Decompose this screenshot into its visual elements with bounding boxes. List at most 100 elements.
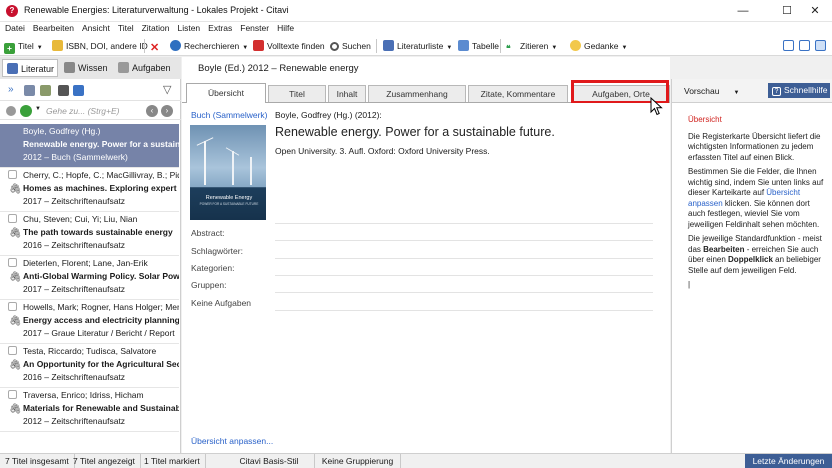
ref-meta: 2012 – Zeitschriftenaufsatz bbox=[23, 416, 126, 426]
preview-pane: Übersicht Die Registerkarte Übersicht li… bbox=[671, 79, 832, 453]
add-title-button[interactable]: + Titel ▼ bbox=[4, 39, 43, 54]
help-icon: ? bbox=[772, 87, 781, 96]
books-icon bbox=[7, 63, 18, 74]
refresh-icon[interactable] bbox=[20, 105, 32, 117]
list-item[interactable]: 🖇 Traversa, Enrico; Idriss, Hicham Mater… bbox=[0, 388, 179, 432]
menu-extras[interactable]: Extras bbox=[203, 22, 235, 33]
zitieren-label: Zitieren bbox=[520, 41, 549, 51]
settings-icon[interactable] bbox=[6, 106, 16, 116]
next-icon[interactable]: › bbox=[161, 105, 173, 117]
paperclip-icon: 🖇 bbox=[9, 316, 22, 327]
tab-aufgaben-label: Aufgaben bbox=[132, 63, 171, 73]
selection-icon[interactable] bbox=[24, 85, 35, 96]
menu-bar: Datei Bearbeiten Ansicht Titel Zitation Liste… bbox=[0, 22, 832, 36]
volltexte-button[interactable]: Volltexte finden bbox=[253, 39, 325, 53]
help-paragraph-2: Bestimmen Sie die Felder, die Ihnen wich… bbox=[688, 167, 828, 230]
reference-header: Boyle (Ed.) 2012 – Renewable energy bbox=[182, 57, 670, 79]
search-icon bbox=[330, 42, 339, 51]
menu-listen[interactable]: Listen bbox=[172, 22, 203, 33]
tab-inhalt[interactable]: Inhalt bbox=[328, 85, 366, 102]
preview-header: Vorschau ▼ ? Schnellhilfe bbox=[671, 79, 832, 103]
sort-icon[interactable] bbox=[40, 85, 51, 96]
overview-panel: Buch (Sammelwerk) Renewable Energy POWER… bbox=[182, 103, 670, 453]
nav-tabs: Literatur Wissen Aufgaben bbox=[0, 57, 181, 79]
gedanke-button[interactable]: Gedanke ▼ bbox=[570, 39, 627, 53]
help-heading: Übersicht bbox=[688, 115, 722, 124]
chevron-down-icon: ▼ bbox=[242, 45, 249, 51]
menu-zitation[interactable]: Zitation bbox=[137, 22, 173, 33]
menu-fenster[interactable]: Fenster bbox=[235, 22, 272, 33]
preview-dropdown[interactable]: Vorschau ▼ bbox=[684, 86, 739, 96]
chevron-down-icon[interactable]: ▼ bbox=[35, 106, 41, 112]
goto-input[interactable]: Gehe zu... (Strg+E) bbox=[46, 105, 142, 117]
field-kategorien: Kategorien: bbox=[191, 263, 235, 273]
menu-titel[interactable]: Titel bbox=[113, 22, 137, 33]
tab-literatur[interactable]: Literatur bbox=[2, 59, 58, 77]
list-item[interactable]: 🖇 Dieterlen, Florent; Lane, Jan-Erik Ant… bbox=[0, 256, 179, 300]
menu-datei[interactable]: Datei bbox=[0, 22, 28, 33]
filter-icon[interactable]: ▽ bbox=[163, 83, 171, 96]
quick-help-button[interactable]: ? Schnellhilfe bbox=[768, 83, 830, 98]
list-item[interactable]: Boyle, Godfrey (Hg.) Renewable energy. P… bbox=[0, 124, 179, 168]
recherchieren-button[interactable]: Recherchieren ▼ bbox=[170, 39, 248, 53]
menu-hilfe[interactable]: Hilfe bbox=[272, 22, 297, 33]
ref-meta: 2017 – Zeitschriftenaufsatz bbox=[23, 284, 126, 294]
layout-button-3[interactable] bbox=[815, 39, 829, 53]
ref-authors: Chu, Steven; Cui, Yi; Liu, Nian bbox=[23, 214, 138, 224]
literaturliste-label: Literaturliste bbox=[397, 41, 444, 51]
pdf-icon bbox=[253, 40, 264, 51]
tab-aufgaben[interactable]: Aufgaben bbox=[114, 59, 176, 77]
chevron-down-icon: ▼ bbox=[446, 45, 453, 51]
tab-uebersicht[interactable]: Übersicht bbox=[186, 83, 266, 103]
cover-title: Renewable Energy bbox=[205, 195, 253, 201]
citation-line: Boyle, Godfrey (Hg.) (2012): bbox=[275, 110, 382, 120]
isbn-button[interactable]: ISBN, DOI, andere ID bbox=[52, 39, 148, 53]
grid-icon[interactable] bbox=[58, 85, 69, 96]
tab-zitate-kommentare[interactable]: Zitate, Kommentare bbox=[468, 85, 568, 102]
delete-button[interactable]: ✕ bbox=[150, 39, 164, 54]
layout-button-1[interactable] bbox=[783, 39, 797, 53]
prev-icon[interactable]: ‹ bbox=[146, 105, 158, 117]
tab-zusammenhang[interactable]: Zusammenhang bbox=[368, 85, 466, 102]
zitieren-button[interactable]: ❝ Zitieren ▼ bbox=[506, 39, 557, 53]
close-button[interactable]: ✕ bbox=[798, 0, 832, 22]
menu-bearbeiten[interactable]: Bearbeiten bbox=[28, 22, 77, 33]
paperclip-icon: 🖇 bbox=[9, 272, 22, 283]
customize-overview-link[interactable]: Übersicht anpassen... bbox=[191, 436, 273, 446]
ref-authors: Boyle, Godfrey (Hg.) bbox=[23, 126, 101, 136]
volltexte-label: Volltexte finden bbox=[267, 41, 325, 51]
menu-ansicht[interactable]: Ansicht bbox=[77, 22, 113, 33]
add-title-label: Titel bbox=[18, 41, 34, 51]
flag-icon bbox=[8, 214, 17, 223]
tab-wissen[interactable]: Wissen bbox=[60, 59, 112, 77]
ref-title: Renewable energy. Power for a sustainabl bbox=[23, 139, 179, 149]
chevron-down-icon: ▼ bbox=[36, 45, 43, 51]
help-emphasis: Bearbeiten bbox=[703, 244, 745, 254]
turbine-tower bbox=[204, 141, 206, 185]
knowledge-icon bbox=[64, 62, 75, 73]
tabelle-button[interactable]: Tabelle bbox=[458, 39, 499, 53]
suchen-button[interactable]: Suchen bbox=[330, 39, 371, 53]
flag-icon bbox=[8, 258, 17, 267]
reference-type-link[interactable]: Buch (Sammelwerk) bbox=[191, 110, 268, 120]
ref-title: Homes as machines. Exploring expert and bbox=[23, 183, 179, 193]
status-grouping[interactable]: Keine Gruppierung bbox=[315, 454, 401, 468]
tab-titel[interactable]: Titel bbox=[268, 85, 326, 102]
minimize-button[interactable]: — bbox=[726, 0, 760, 22]
field-keine-aufgaben: Keine Aufgaben bbox=[191, 298, 252, 308]
list-item[interactable]: 🖇 Testa, Riccardo; Tudisca, Salvatore An… bbox=[0, 344, 179, 388]
ref-authors: Testa, Riccardo; Tudisca, Salvatore bbox=[23, 346, 157, 356]
recent-changes-button[interactable]: Letzte Änderungen bbox=[745, 454, 832, 468]
table-icon[interactable] bbox=[73, 85, 84, 96]
status-citation-style[interactable]: Citavi Basis-Stil bbox=[224, 454, 315, 468]
ref-title: Anti-Global Warming Policy. Solar Power … bbox=[23, 271, 179, 281]
layout-button-2[interactable] bbox=[799, 39, 813, 53]
turbine-tower bbox=[232, 151, 234, 185]
list-item[interactable]: 🖇 Cherry, C.; Hopfe, C.; MacGillivray, B… bbox=[0, 168, 179, 212]
help-text: Bestimmen Sie die Felder, die Ihnen wich… bbox=[688, 167, 824, 197]
list-item[interactable]: 🖇 Chu, Steven; Cui, Yi; Liu, Nian The pa… bbox=[0, 212, 179, 256]
literaturliste-button[interactable]: Literaturliste ▼ bbox=[383, 39, 452, 53]
tab-wissen-label: Wissen bbox=[78, 63, 108, 73]
expand-icon[interactable]: » bbox=[8, 84, 14, 95]
list-item[interactable]: 🖇 Howells, Mark; Rogner, Hans Holger; Me… bbox=[0, 300, 179, 344]
